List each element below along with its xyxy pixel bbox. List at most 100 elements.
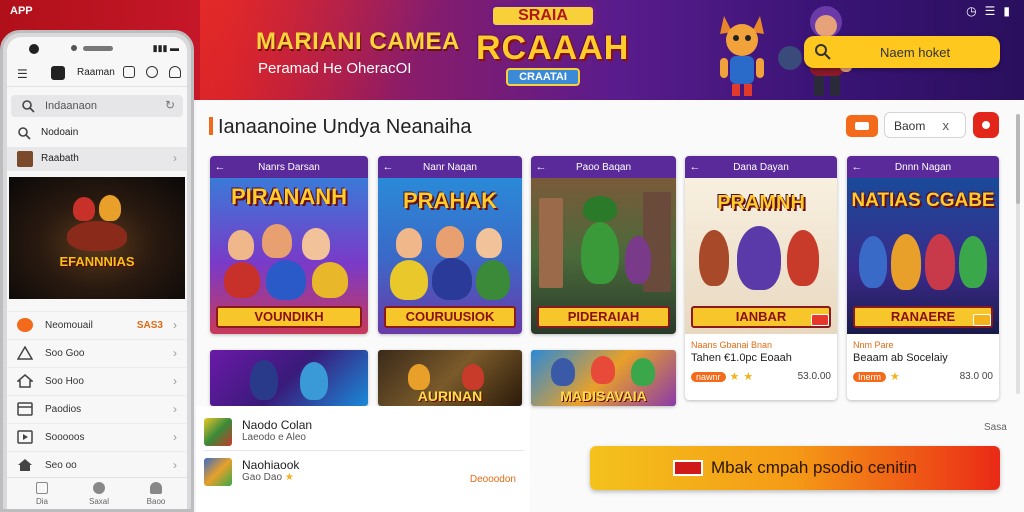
star-icon: ★ bbox=[729, 371, 740, 383]
orange-circle-icon bbox=[17, 318, 33, 332]
triangle-icon bbox=[17, 346, 33, 360]
phone-list-item[interactable]: Soo Hoo › bbox=[7, 367, 187, 395]
star-icon: ★ bbox=[284, 472, 294, 483]
game-card[interactable]: ← Paoo Baqan PIDERAIAH bbox=[531, 156, 676, 334]
banner-search-bar[interactable]: Naem hoket bbox=[804, 36, 1000, 68]
phone-list-item[interactable]: Soo Goo › bbox=[7, 339, 187, 367]
bookmark-icon[interactable] bbox=[123, 66, 135, 78]
game-thumbnail[interactable]: MADISAVAIA bbox=[531, 350, 676, 406]
card-artwork: PRAMNH IANBAR bbox=[685, 178, 837, 334]
section-title: Ianaanoine Undya Neanaiha bbox=[218, 116, 472, 138]
game-card[interactable]: ← Nanrs Darsan PIRANANH VOUNDIKH bbox=[210, 156, 368, 334]
game-thumbnail[interactable]: AURINAN bbox=[378, 350, 522, 406]
filter-input[interactable]: Baom x bbox=[884, 112, 966, 138]
nav-label: Dia bbox=[35, 497, 48, 506]
list-item[interactable]: Naohiaook Gao Dao ★ Deooodon bbox=[204, 454, 524, 492]
record-button[interactable] bbox=[973, 112, 999, 138]
logo-top-text: SRAIA bbox=[490, 4, 596, 28]
nav-item-center[interactable]: Saxal bbox=[84, 482, 114, 506]
card-header-title: Dana Dayan bbox=[733, 161, 789, 173]
back-arrow-icon[interactable]: ← bbox=[378, 161, 398, 173]
list-item-subtitle: Laeodo e Aleo bbox=[242, 432, 306, 443]
phone-row[interactable]: Raabath › bbox=[7, 147, 187, 171]
clock-icon: ◷ bbox=[966, 4, 977, 18]
game-card[interactable]: ← Nanr Naqan PRAHAK COURUUSIOK bbox=[378, 156, 522, 334]
search-icon bbox=[18, 127, 31, 140]
phone-list-label: Seo oo bbox=[45, 460, 77, 471]
nav-item-home[interactable]: Dia bbox=[27, 482, 57, 506]
phone-search-text: Indaanaon bbox=[45, 100, 97, 112]
circle-icon bbox=[93, 482, 105, 494]
sensor-dot bbox=[71, 45, 77, 51]
card-caption: PIDERAIAH bbox=[537, 306, 670, 328]
card-art-title: PIRANANH bbox=[230, 184, 348, 209]
phone-row-label: Nodoain bbox=[41, 127, 79, 138]
phone-mockup: ▮▮▮ ▬ ☰ Raaman Indaanaon ↻ Nodoain Raaba… bbox=[0, 30, 194, 512]
bottom-game-list: Naodo Colan Laeodo e Aleo Naohiaook Gao … bbox=[196, 406, 530, 512]
phone-list-label: Soo Hoo bbox=[45, 376, 84, 387]
refresh-icon[interactable]: ↻ bbox=[165, 98, 175, 112]
back-arrow-icon[interactable]: ← bbox=[531, 161, 551, 173]
phone-row[interactable]: Nodoain bbox=[7, 121, 187, 145]
thumbnail-title: AURINAN bbox=[417, 388, 483, 404]
filter-text: Baom bbox=[894, 119, 926, 133]
list-item-title: Naodo Colan bbox=[242, 418, 313, 432]
list-item-title: Naohiaook bbox=[242, 458, 300, 472]
menu-icon[interactable]: ☰ bbox=[17, 67, 28, 81]
card-header-title: Dnnn Nagan bbox=[894, 161, 952, 173]
thumbnail-title: MADISAVAIA bbox=[560, 388, 647, 404]
phone-list-item[interactable]: Neomouail SAS3 › bbox=[7, 311, 187, 339]
card-header: ← Dnnn Nagan bbox=[847, 156, 999, 178]
cta-button[interactable]: Mbak cmpah psodio cenitin bbox=[590, 446, 1000, 490]
house-icon bbox=[17, 374, 33, 388]
phone-hero-image[interactable]: EFANNNIAS bbox=[9, 177, 185, 299]
chevron-right-icon: › bbox=[173, 346, 177, 360]
card-art-title: NATIAS CGABE bbox=[851, 190, 995, 211]
phone-list-item[interactable]: Seo oo › bbox=[7, 451, 187, 479]
game-card[interactable]: ← Dana Dayan PRAMNH IANBAR Naans Gbanai … bbox=[685, 156, 837, 400]
game-logo[interactable]: SRAIA RCAAAH CRAATAI bbox=[476, 4, 628, 92]
settings-icon[interactable] bbox=[146, 66, 158, 78]
app-icon[interactable] bbox=[51, 66, 65, 80]
profile-icon[interactable] bbox=[169, 66, 181, 78]
game-card[interactable]: ← Dnnn Nagan NATIAS CGABE RANAERE Nnm Pa… bbox=[847, 156, 999, 400]
phone-list-label: Paodios bbox=[45, 404, 82, 415]
card-artwork: PIRANANH VOUNDIKH bbox=[210, 178, 368, 334]
back-arrow-icon[interactable]: ← bbox=[685, 161, 705, 173]
nav-item-profile[interactable]: Baoo bbox=[141, 482, 171, 506]
list-item[interactable]: Naodo Colan Laeodo e Aleo bbox=[204, 414, 524, 452]
app-tag: APP bbox=[10, 5, 33, 17]
phone-row-label: Raabath bbox=[41, 153, 79, 164]
card-tag[interactable]: Inerm bbox=[853, 371, 887, 382]
card-label: Naans Gbanai Bnan bbox=[691, 340, 773, 350]
clear-filter-icon[interactable]: x bbox=[943, 118, 950, 133]
game-thumbnail-icon bbox=[204, 458, 232, 486]
camera-icon bbox=[29, 44, 39, 54]
search-placeholder: Naem hoket bbox=[880, 44, 951, 60]
game-thumbnail[interactable] bbox=[210, 350, 368, 406]
nav-label: Saxal bbox=[88, 497, 109, 506]
section-accent-bar bbox=[209, 117, 213, 135]
card-header: ← Nanrs Darsan bbox=[210, 156, 368, 178]
phone-app-title: Raaman bbox=[77, 67, 115, 78]
bottom-right-label: Sasa bbox=[984, 422, 1007, 433]
card-info: Naans Gbanai Bnan Tahen €1.0pc Eoaah naw… bbox=[685, 334, 837, 383]
phone-search-input[interactable]: Indaanaon ↻ bbox=[11, 95, 183, 117]
phone-list-label: Soo Goo bbox=[45, 348, 85, 359]
phone-list-label: Sooooos bbox=[45, 432, 85, 443]
view-toggle-button[interactable] bbox=[846, 115, 878, 137]
phone-list-item[interactable]: Sooooos › bbox=[7, 423, 187, 451]
card-tag[interactable]: nawnr bbox=[691, 371, 726, 382]
card-price: 83.0 00 bbox=[959, 371, 993, 382]
back-arrow-icon[interactable]: ← bbox=[847, 161, 867, 173]
scrollbar-thumb[interactable] bbox=[1016, 114, 1020, 204]
banner-title: MARIANI CAMEA bbox=[256, 28, 460, 55]
card-subtitle: Beaam ab Socelaiy bbox=[853, 352, 948, 364]
list-item-action[interactable]: Deooodon bbox=[470, 474, 516, 485]
back-arrow-icon[interactable]: ← bbox=[210, 161, 230, 173]
system-status-icons: ◷ ☰ ▮ bbox=[966, 4, 1010, 18]
phone-list-label: Neomouail bbox=[45, 320, 93, 331]
phone-list-item[interactable]: Paodios › bbox=[7, 395, 187, 423]
card-header-title: Nanrs Darsan bbox=[258, 161, 320, 173]
card-art-title: PRAMNH bbox=[717, 192, 805, 214]
